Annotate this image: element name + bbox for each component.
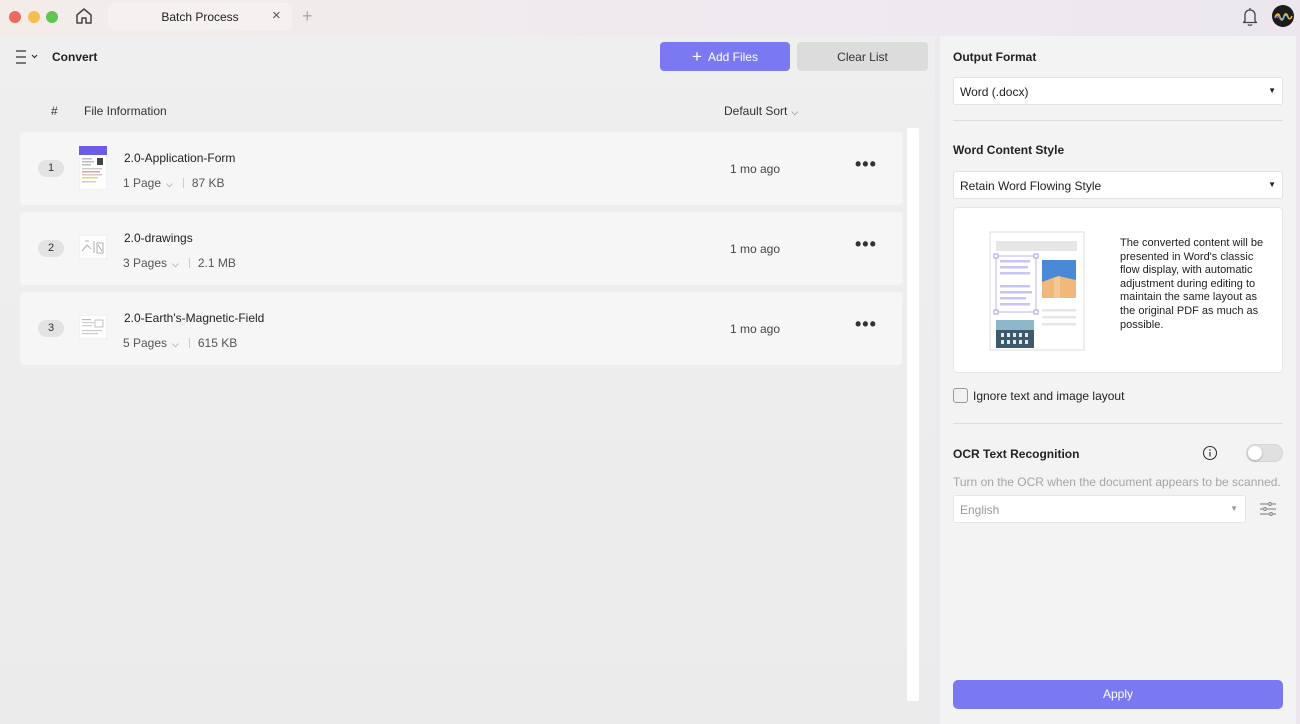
new-tab-button[interactable]: +	[302, 6, 313, 27]
title-bar: Batch Process × +	[0, 0, 1300, 34]
chevron-down-icon: ⌵	[172, 339, 179, 349]
caret-down-icon: ▼	[1268, 86, 1276, 95]
minimize-window-button[interactable]	[28, 11, 40, 23]
page-count: 3 Pages	[123, 256, 168, 270]
add-files-label: Add Files	[707, 49, 758, 64]
info-icon[interactable]	[1202, 445, 1218, 461]
row-number: 2	[38, 240, 64, 257]
file-meta: 3 Pages ⌵ 2.1 MB	[123, 256, 236, 270]
list-scrollbar[interactable]	[907, 128, 919, 701]
meta-divider	[188, 258, 190, 268]
more-icon[interactable]: •••	[855, 314, 877, 335]
sort-label: Default Sort	[724, 104, 788, 118]
meta-divider	[182, 178, 184, 188]
more-icon[interactable]: •••	[855, 154, 877, 175]
more-icon[interactable]: •••	[855, 234, 877, 255]
chevron-down-icon: ⌵	[791, 107, 799, 117]
row-number: 3	[38, 320, 64, 337]
file-name: 2.0-drawings	[124, 231, 193, 245]
tab-title: Batch Process	[161, 10, 239, 24]
content-style-title: Word Content Style	[953, 143, 1065, 157]
file-size: 615 KB	[197, 336, 238, 350]
convert-settings-panel: Output Format Word (.docx) ▼ Word Conten…	[940, 36, 1296, 724]
file-meta: 1 Page ⌵ 87 KB	[123, 176, 225, 190]
ocr-hint: Turn on the OCR when the document appear…	[953, 475, 1281, 489]
section-divider	[953, 120, 1283, 121]
file-thumbnail	[79, 146, 107, 190]
avatar[interactable]	[1272, 5, 1294, 27]
section-divider	[953, 423, 1283, 424]
ocr-title: OCR Text Recognition	[953, 447, 1080, 461]
bell-icon[interactable]	[1240, 6, 1260, 28]
column-header-file-information: File Information	[84, 104, 167, 118]
style-preview-card: The converted content will be presented …	[953, 207, 1283, 373]
meta-divider	[188, 338, 190, 348]
chevron-down-icon: ⌵	[166, 179, 173, 189]
menu-icon[interactable]	[15, 50, 39, 64]
file-row[interactable]: 1 2.0-Application-Form 1 Page ⌵ 87 KB 1 …	[20, 132, 902, 205]
file-list: 1 2.0-Application-Form 1 Page ⌵ 87 KB 1 …	[20, 132, 902, 372]
page-count-dropdown[interactable]: 5 Pages ⌵	[123, 336, 179, 350]
toggle-knob	[1248, 446, 1262, 460]
content-style-value: Retain Word Flowing Style	[960, 179, 1102, 193]
caret-down-icon: ▼	[1268, 180, 1276, 189]
file-row[interactable]: 3 2.0-Earth's-Magnetic-Field 5 Pages ⌵ 61…	[20, 292, 902, 365]
flowing-style-illustration	[989, 231, 1085, 351]
output-format-value: Word (.docx)	[960, 85, 1029, 99]
ocr-language-value: English	[960, 503, 1000, 517]
file-thumbnail	[79, 315, 107, 339]
page-count: 1 Page	[123, 176, 162, 190]
avatar-wave-icon	[1274, 13, 1293, 21]
content-style-select[interactable]: Retain Word Flowing Style ▼	[953, 171, 1283, 199]
close-window-button[interactable]	[9, 11, 21, 23]
home-icon[interactable]	[74, 6, 94, 26]
file-modified-time: 1 mo ago	[730, 322, 781, 336]
file-list-panel: Convert + Add Files Clear List # File In…	[0, 36, 935, 724]
page-count-dropdown[interactable]: 3 Pages ⌵	[123, 256, 179, 270]
page-count-dropdown[interactable]: 1 Page ⌵	[123, 176, 173, 190]
file-size: 2.1 MB	[197, 256, 236, 270]
ignore-layout-checkbox[interactable]	[953, 388, 968, 403]
file-name: 2.0-Application-Form	[124, 151, 236, 165]
ignore-layout-label: Ignore text and image layout	[973, 389, 1125, 403]
zoom-window-button[interactable]	[46, 11, 58, 23]
ocr-language-select[interactable]: English ▼	[953, 495, 1246, 523]
column-header-number: #	[51, 104, 58, 118]
file-modified-time: 1 mo ago	[730, 162, 781, 176]
chevron-down-icon: ⌵	[172, 259, 179, 269]
file-row[interactable]: 2 2.0-drawings 3 Pages ⌵ 2.1 MB 1 mo ago …	[20, 212, 902, 285]
style-description: The converted content will be presented …	[1120, 237, 1264, 331]
page-title: Convert	[52, 50, 98, 64]
output-format-title: Output Format	[953, 50, 1037, 64]
apply-button[interactable]: Apply	[953, 680, 1283, 709]
add-files-button[interactable]: + Add Files	[660, 42, 790, 71]
file-name: 2.0-Earth's-Magnetic-Field	[124, 311, 265, 325]
ocr-toggle[interactable]	[1246, 444, 1283, 462]
plus-icon: +	[692, 47, 702, 66]
clear-list-button[interactable]: Clear List	[797, 42, 928, 71]
file-meta: 5 Pages ⌵ 615 KB	[123, 336, 237, 350]
row-number: 1	[38, 160, 64, 177]
tab-close-icon[interactable]: ×	[272, 7, 281, 24]
file-size: 87 KB	[191, 176, 225, 190]
tab-batch-process[interactable]: Batch Process ×	[108, 3, 292, 30]
output-format-select[interactable]: Word (.docx) ▼	[953, 77, 1283, 105]
caret-down-icon: ▼	[1230, 504, 1238, 513]
settings-sliders-icon[interactable]	[1259, 501, 1277, 517]
page-count: 5 Pages	[123, 336, 168, 350]
file-modified-time: 1 mo ago	[730, 242, 781, 256]
sort-dropdown[interactable]: Default Sort ⌵	[724, 104, 798, 118]
file-thumbnail	[79, 235, 107, 259]
